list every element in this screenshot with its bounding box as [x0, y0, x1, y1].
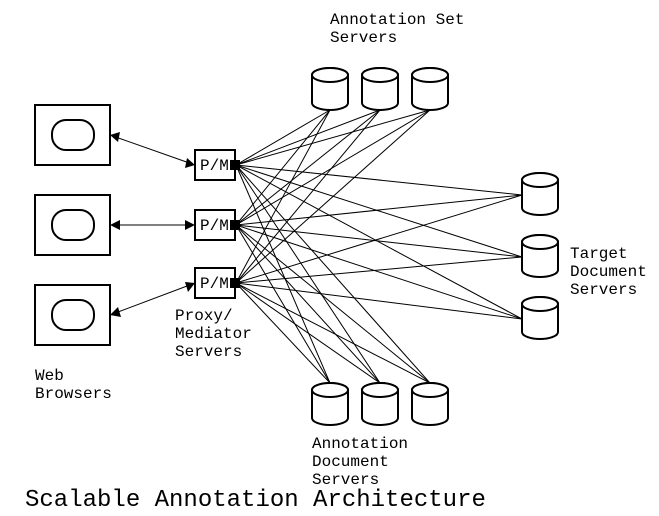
annotation-doc-db-2	[362, 383, 398, 425]
annotation-set-db-3	[412, 68, 448, 110]
annotation-doc-db-1	[312, 383, 348, 425]
proxy-mediator-label-1: Proxy/	[175, 307, 233, 325]
target-doc-db-3	[522, 297, 558, 339]
pm-box-1: P/M	[195, 150, 240, 180]
annotation-doc-servers-label-2: Document	[312, 453, 389, 471]
pm-label-3: P/M	[200, 275, 229, 293]
annotation-set-servers-label-2: Servers	[330, 29, 397, 47]
annotation-set-servers-label-1: Annotation Set	[330, 11, 464, 29]
web-browsers-label-1: Web	[35, 367, 64, 385]
proxy-mediator-label-3: Servers	[175, 343, 242, 361]
annotation-set-db-2	[362, 68, 398, 110]
target-doc-db-1	[522, 173, 558, 215]
proxy-mediator-label-2: Mediator	[175, 325, 252, 343]
target-doc-db-2	[522, 235, 558, 277]
web-browser-2	[35, 195, 110, 255]
diagram-title: Scalable Annotation Architecture	[25, 487, 486, 514]
pm-label-1: P/M	[200, 157, 229, 175]
web-browsers-label-2: Browsers	[35, 385, 112, 403]
annotation-doc-db-3	[412, 383, 448, 425]
annotation-set-db-1	[312, 68, 348, 110]
pm-to-db-lines	[236, 110, 522, 383]
web-browser-1	[35, 105, 110, 165]
pm-box-2: P/M	[195, 210, 240, 240]
target-doc-servers-label-2: Document	[570, 263, 647, 281]
web-browser-3	[35, 285, 110, 345]
target-doc-servers-label-3: Servers	[570, 281, 637, 299]
pm-label-2: P/M	[200, 217, 229, 235]
pm-box-3: P/M	[195, 268, 240, 298]
target-doc-servers-label-1: Target	[570, 245, 628, 263]
diagram: Annotation Set Servers Target Document S…	[0, 0, 659, 516]
browser-pm-arrows	[110, 132, 195, 317]
annotation-doc-servers-label-1: Annotation	[312, 435, 408, 453]
